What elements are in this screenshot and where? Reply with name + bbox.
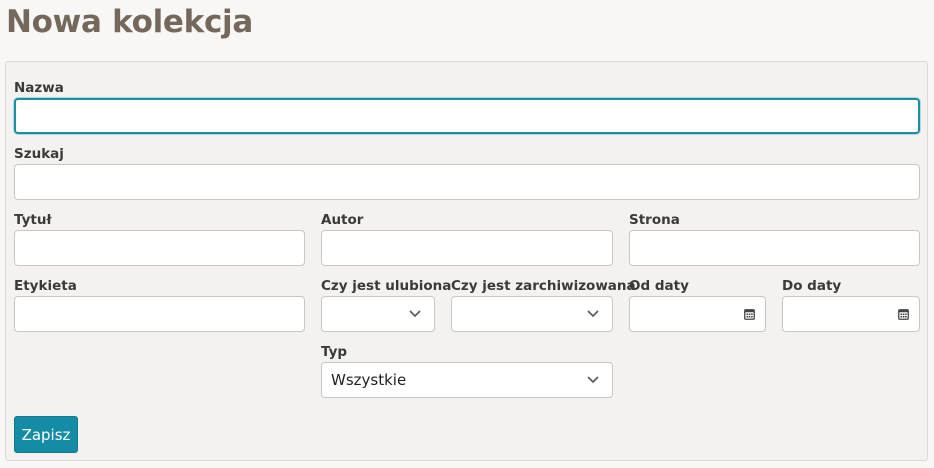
chevron-down-icon bbox=[587, 376, 599, 384]
name-label: Nazwa bbox=[14, 80, 64, 96]
author-input[interactable] bbox=[321, 230, 613, 266]
tag-label: Etykieta bbox=[14, 278, 77, 294]
type-label: Typ bbox=[321, 344, 348, 360]
favorite-label: Czy jest ulubiona bbox=[321, 278, 452, 294]
chevron-down-icon bbox=[587, 310, 599, 318]
site-label: Strona bbox=[629, 212, 680, 228]
author-label: Autor bbox=[321, 212, 364, 228]
favorite-select[interactable] bbox=[321, 296, 435, 332]
search-label: Szukaj bbox=[14, 146, 64, 162]
tag-input[interactable] bbox=[14, 296, 305, 332]
date-to-label: Do daty bbox=[782, 278, 842, 294]
archived-label: Czy jest zarchiwizowana bbox=[451, 278, 636, 294]
save-button[interactable]: Zapisz bbox=[14, 416, 78, 453]
title-input[interactable] bbox=[14, 230, 305, 266]
name-input[interactable] bbox=[14, 98, 920, 134]
date-from-input[interactable] bbox=[629, 296, 766, 332]
type-select-value: Wszystkie bbox=[331, 371, 407, 389]
calendar-icon[interactable] bbox=[898, 308, 909, 320]
title-label: Tytuł bbox=[14, 212, 52, 228]
search-input[interactable] bbox=[14, 164, 920, 200]
site-input[interactable] bbox=[629, 230, 920, 266]
type-select[interactable]: Wszystkie bbox=[321, 362, 613, 398]
page-title: Nowa kolekcja bbox=[6, 4, 253, 40]
archived-select[interactable] bbox=[451, 296, 613, 332]
date-from-label: Od daty bbox=[629, 278, 689, 294]
date-to-input[interactable] bbox=[782, 296, 920, 332]
chevron-down-icon bbox=[409, 310, 421, 318]
calendar-icon[interactable] bbox=[744, 308, 755, 320]
